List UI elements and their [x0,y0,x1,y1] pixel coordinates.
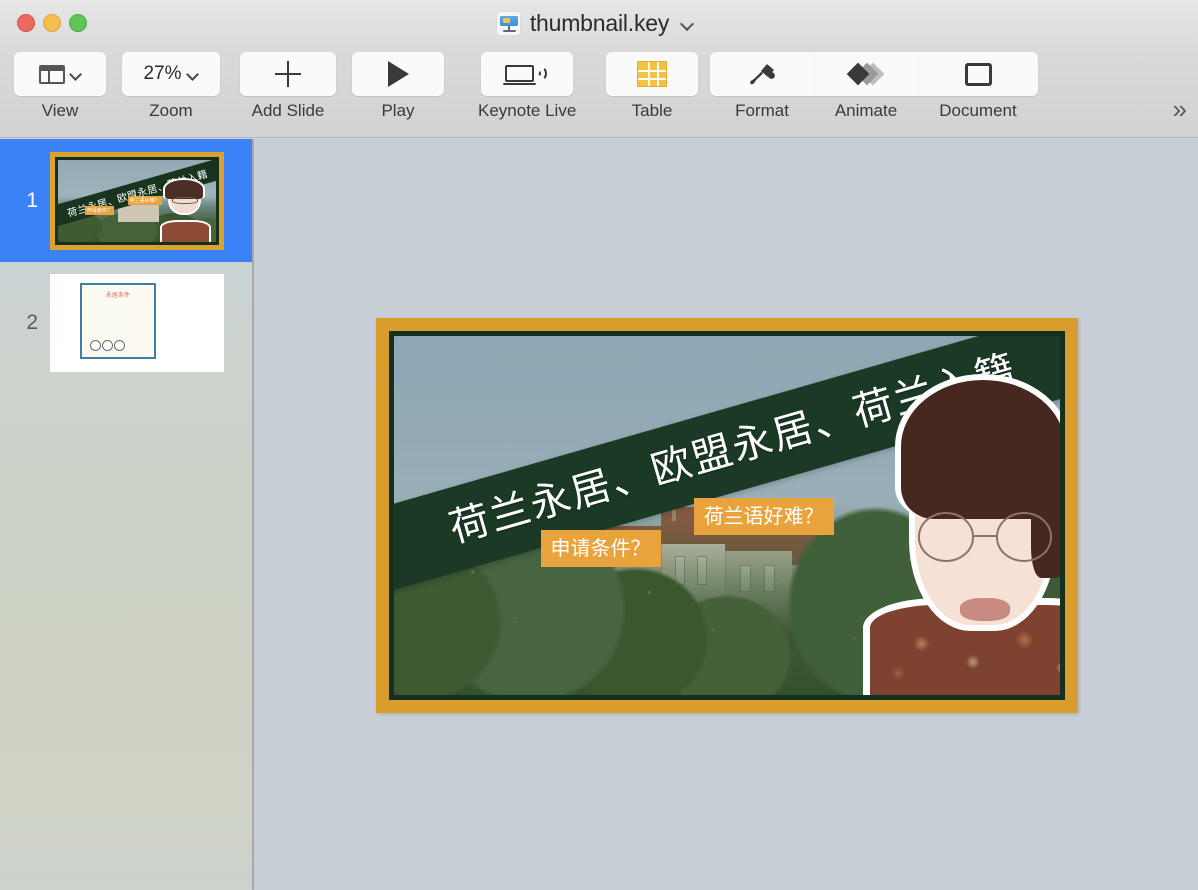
toolbar-overflow-button[interactable]: » [1173,96,1188,122]
maximize-button[interactable] [69,14,87,32]
toolbar-label-zoom: Zoom [149,101,193,120]
broadcast-icon [503,61,550,87]
traffic-lights [17,14,87,32]
add-slide-button[interactable] [240,52,336,96]
paint-brush-icon [747,61,777,87]
toolbar-label-add-slide: Add Slide [251,101,325,120]
keynote-icon [495,10,521,36]
close-button[interactable] [17,14,35,32]
chevron-down-icon [71,69,82,80]
toolbar-label-view: View [41,101,79,120]
panel-layout-icon [38,64,65,84]
page-title: thumbnail.key [529,9,670,36]
thumb2-title: 永居条件 [105,291,130,299]
zoom-button[interactable]: 27% [122,52,220,96]
thumb-presenter [159,177,213,242]
table-button[interactable] [606,52,698,96]
slide-canvas[interactable]: 荷兰永居、欧盟永居、荷兰入籍 荷兰语好难？ 申请条件？ [254,139,1198,890]
keynote-window: thumbnail.key View 27% Zoom Add Slide Pl… [0,0,1198,890]
toolbar-label-animate: Animate [834,101,898,120]
language-tag[interactable]: 荷兰语好难？ [693,497,834,535]
diamonds-icon [846,61,885,87]
toolbar-label-document: Document [939,101,1017,120]
slide-editor-surface[interactable]: 荷兰永居、欧盟永居、荷兰入籍 荷兰语好难？ 申请条件？ [376,318,1078,713]
toolbar-label-keynote-live: Keynote Live [478,101,577,120]
plus-icon [275,61,301,87]
slide-number-1: 1 [26,188,38,212]
play-button[interactable] [352,52,444,96]
toolbar-label-play: Play [381,101,415,120]
zoom-level-value: 27% [143,63,182,84]
thumb2-bullets [89,340,125,352]
toolbar-item-zoom[interactable]: 27% Zoom [122,52,220,121]
slide-thumbnail-2[interactable]: 2 永居条件 [0,262,252,384]
table-grid-icon [637,61,667,87]
chevron-down-icon [188,69,199,80]
animate-button[interactable] [814,52,918,96]
toolbar-label-table: Table [631,101,673,120]
toolbar-label-format: Format [735,101,789,120]
slide-thumbnail-image-2: 永居条件 [50,274,224,372]
slide-navigator[interactable]: 1 荷兰永居、欧盟永居、荷兰入籍 荷兰语好难？ 申请条件？ [0,139,252,890]
thumb-tag-language: 荷兰语好难？ [127,195,162,205]
slide-number-2: 2 [26,311,38,334]
document-button[interactable] [918,52,1038,96]
presenter-cutout-image[interactable] [863,367,1060,695]
slide-thumbnail-image-1: 荷兰永居、欧盟永居、荷兰入籍 荷兰语好难？ 申请条件？ [50,151,224,250]
play-icon [387,61,409,87]
toolbar-item-format[interactable]: Format [710,52,814,121]
slide-thumbnail-1[interactable]: 1 荷兰永居、欧盟永居、荷兰入籍 荷兰语好难？ 申请条件？ [0,139,252,262]
glasses-icon [917,512,1053,562]
minimize-button[interactable] [43,14,61,32]
toolbar-item-add-slide[interactable]: Add Slide [240,52,336,121]
keynote-live-button[interactable] [481,52,574,96]
title-bar: thumbnail.key [0,0,1198,46]
square-outline-icon [964,62,992,86]
toolbar-item-play[interactable]: Play [352,52,444,121]
thumb-tag-condition: 申请条件？ [84,206,114,216]
chevron-down-icon[interactable] [681,17,694,30]
slide-background-photo: 荷兰永居、欧盟永居、荷兰入籍 荷兰语好难？ 申请条件？ [394,336,1060,695]
toolbar-item-table[interactable]: Table [606,52,698,121]
thumb2-content-box: 永居条件 [79,282,157,360]
format-button[interactable] [710,52,814,96]
condition-tag[interactable]: 申请条件？ [540,529,661,567]
toolbar-item-document[interactable]: Document [918,52,1038,121]
document-title-group[interactable]: thumbnail.key [495,9,694,37]
toolbar-item-animate[interactable]: Animate [814,52,918,121]
view-button[interactable] [14,52,106,96]
toolbar: View 27% Zoom Add Slide Play Keynote Liv… [0,46,1198,138]
toolbar-item-keynote-live[interactable]: Keynote Live [478,52,576,121]
toolbar-item-view[interactable]: View [14,52,106,121]
